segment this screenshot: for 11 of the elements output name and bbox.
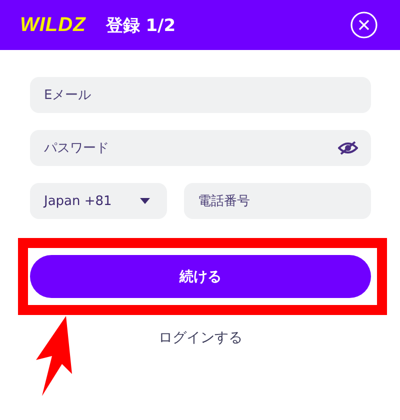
country-select[interactable]: Japan +81	[30, 183, 167, 219]
password-field[interactable]: パスワード	[30, 130, 371, 166]
phone-field[interactable]: 電話番号	[184, 183, 371, 219]
caret-icon	[140, 198, 150, 204]
eye-hidden-icon[interactable]	[338, 141, 358, 155]
login-link[interactable]: ログインする	[158, 329, 242, 347]
email-field[interactable]: Eメール	[30, 77, 371, 113]
logo: WILDZ	[20, 14, 86, 36]
close-icon[interactable]	[350, 11, 378, 39]
continue-button[interactable]: 続ける	[30, 255, 371, 298]
dialog-title: 登録 1/2	[106, 14, 177, 36]
